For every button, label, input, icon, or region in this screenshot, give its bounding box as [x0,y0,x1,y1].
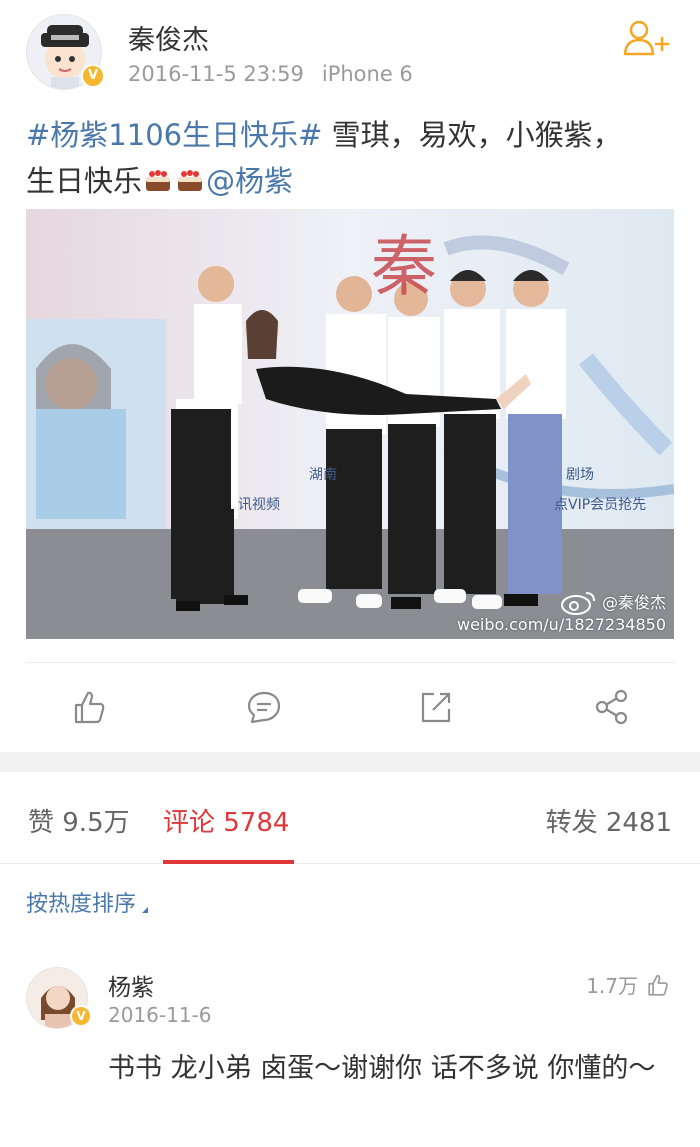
weibo-logo-icon [560,592,595,615]
comment-icon[interactable] [244,687,284,727]
post-header: V 秦俊杰 2016-11-5 23:59 iPhone 6 [0,0,700,100]
photo-watermark: @秦俊杰 weibo.com/u/1827234850 [457,589,666,635]
tab-likes[interactable]: 赞 9.5万 [28,802,130,839]
cake-emoji-icon [146,170,171,191]
watermark-url: weibo.com/u/1827234850 [456,615,666,634]
banner-text-2: 讯视频 [238,497,280,513]
comment-text: 书书 龙小弟 卤蛋～谢谢你 话不多说 你懂的～ [108,1053,656,1084]
tab-reposts[interactable]: 转发 2481 [546,802,672,839]
like-icon[interactable] [68,687,108,727]
sort-selector[interactable]: 按热度排序 [26,886,149,918]
post-text: #杨紫1106生日快乐# 雪琪，易欢，小猴紫， 生日快乐 @杨紫 [26,112,676,204]
sort-label: 按热度排序 [26,892,137,917]
post-device: iPhone 6 [321,62,413,86]
banner-text-4: 点VIP会员抢先 [554,497,647,513]
comment-like-button[interactable]: 1.7万 [586,970,670,999]
banner-text-3: 剧场 [566,467,594,483]
interaction-tabs: 赞 9.5万 评论 5784 转发 2481 [0,772,700,864]
action-bar [0,663,700,751]
comment-like-count: 1.7万 [586,974,638,998]
watermark-handle: @秦俊杰 [601,593,666,612]
forward-icon[interactable] [592,687,632,727]
tab-comments[interactable]: 评论 5784 [163,802,289,839]
caret-down-icon [142,907,149,913]
like-icon [648,974,668,996]
banner-text-1: 湖南 [309,467,337,483]
active-tab-indicator [163,860,294,864]
post-text-line1: 雪琪，易欢，小猴紫， [322,118,622,152]
post-text-line2: 生日快乐 [26,164,143,198]
share-icon[interactable] [416,687,456,727]
mention-link[interactable]: @杨紫 [206,164,293,198]
follow-add-user-icon[interactable] [622,18,670,58]
comment-date: 2016-11-6 [108,1003,212,1027]
post-photo[interactable]: 秦 湖南 讯视频 剧场 点VIP会员抢先 @秦俊杰 weibo.com/u/18… [26,209,674,639]
verified-badge-icon: V [70,1005,92,1027]
post-meta: 2016-11-5 23:59 iPhone 6 [128,62,413,86]
cake-emoji-icon [178,170,203,191]
hashtag-link[interactable]: #杨紫1106生日快乐# [26,118,322,152]
verified-badge-icon: V [81,64,105,88]
svg-text:秦: 秦 [371,228,437,305]
section-separator [0,752,700,772]
author-name[interactable]: 秦俊杰 [128,18,209,57]
commenter-name[interactable]: 杨紫 [108,968,154,1002]
post-date: 2016-11-5 23:59 [128,62,304,86]
